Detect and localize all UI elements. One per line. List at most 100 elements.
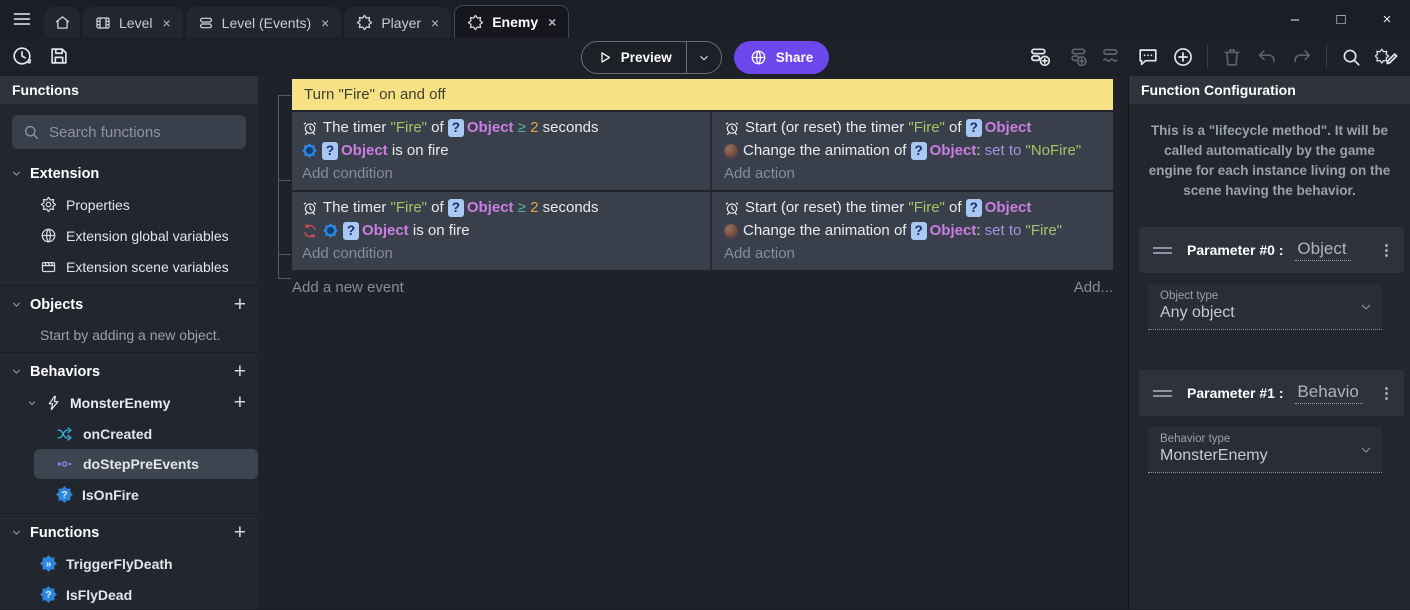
field-label: Object type [1160,290,1352,302]
parameter-label: Parameter #0 : [1187,242,1287,258]
section-extension[interactable]: Extension [0,158,258,189]
tab-bar: Level × Level (Events) × Player × Enemy … [44,0,569,38]
parameter-name-input[interactable]: Object [1295,239,1350,261]
tab-label: Level (Events) [222,15,311,31]
close-icon[interactable]: × [431,15,439,31]
kebab-menu-icon[interactable]: ⋮ [1379,241,1394,259]
trash-icon [1221,46,1243,68]
add-event-icon[interactable] [1029,45,1052,68]
sidebar-item-isflydead[interactable]: ? IsFlyDead [0,579,258,610]
history-icon[interactable] [11,45,33,67]
actions-cell[interactable]: Start (or reset) the timer "Fire" of ?Ob… [712,112,1113,190]
comment-event[interactable]: Turn "Fire" on and off [292,79,1113,110]
tab-label: Level [119,15,152,31]
event-instruction[interactable]: Change the animation of ?Object: set to … [724,139,1103,162]
add-action-link[interactable]: Add action [724,162,1103,184]
event-instruction[interactable]: ?Object is on fire [302,139,700,162]
save-icon[interactable] [48,45,70,67]
redo-icon [1291,46,1313,68]
preview-button[interactable]: Preview [581,41,722,74]
section-behaviors[interactable]: Behaviors + [0,356,258,387]
event-row[interactable]: The timer "Fire" of ?Object ≥ 2 seconds?… [292,112,1113,190]
chevron-down-icon [10,167,23,180]
home-icon [54,14,71,31]
maximize-button[interactable]: □ [1318,0,1364,38]
minimize-button[interactable]: – [1272,0,1318,38]
tab-player[interactable]: Player × [344,7,451,38]
sidebar-item-global-variables[interactable]: Extension global variables [0,220,258,251]
functions-sidebar: Functions Search functions Extension Pro… [0,76,258,609]
condition-function-icon: ? [56,486,73,503]
sidebar-item-scene-variables[interactable]: Extension scene variables [0,251,258,282]
step-icon [56,455,74,473]
section-objects[interactable]: Objects + [0,289,258,320]
chevron-down-icon [1358,442,1374,458]
event-tree-line [278,95,279,279]
event-instruction[interactable]: The timer "Fire" of ?Object ≥ 2 seconds [302,116,700,139]
parameter-label: Parameter #1 : [1187,385,1287,401]
extension-icon [356,14,373,31]
behavior-type-select[interactable]: Behavior type MonsterEnemy [1148,427,1382,473]
search-input[interactable]: Search functions [12,115,246,149]
tab-label: Player [381,15,421,31]
close-icon[interactable]: × [548,14,556,30]
divider [0,285,258,286]
add-condition-link[interactable]: Add condition [302,162,700,184]
add-behavior-button[interactable]: + [234,361,246,382]
section-label: Behaviors [30,364,100,380]
event-instruction[interactable]: Start (or reset) the timer "Fire" of ?Ob… [724,196,1103,219]
edit-extension-icon[interactable] [1375,45,1398,68]
close-icon[interactable]: × [321,15,329,31]
object-parameter-chip: ? [448,119,464,137]
add-more-icon[interactable] [1172,46,1194,68]
event-row[interactable]: The timer "Fire" of ?Object ≥ 2 seconds?… [292,192,1113,270]
kebab-menu-icon[interactable]: ⋮ [1379,384,1394,402]
sidebar-title: Functions [0,76,258,104]
panel-title: Function Configuration [1129,76,1410,104]
add-behavior-function-button[interactable]: + [234,392,246,413]
sidebar-item-isonfire[interactable]: ? IsOnFire [0,479,258,510]
sidebar-item-triggerflydeath[interactable]: » TriggerFlyDeath [0,548,258,579]
lifecycle-description: This is a "lifecycle method". It will be… [1142,121,1397,201]
share-button[interactable]: Share [734,41,830,74]
parameter-1-row[interactable]: Parameter #1 : Behavio ⋮ [1139,370,1404,416]
tab-home[interactable] [44,7,80,38]
close-button[interactable]: × [1364,0,1410,38]
menu-icon[interactable] [10,9,34,29]
drag-handle-icon[interactable] [1153,390,1172,397]
add-object-button[interactable]: + [234,294,246,315]
conditions-cell[interactable]: The timer "Fire" of ?Object ≥ 2 seconds?… [292,192,712,270]
add-condition-link[interactable]: Add condition [302,242,700,264]
actions-cell[interactable]: Start (or reset) the timer "Fire" of ?Ob… [712,192,1113,270]
tab-level-events[interactable]: Level (Events) × [186,7,342,38]
event-instruction[interactable]: Change the animation of ?Object: set to … [724,219,1103,242]
section-label: Objects [30,297,83,313]
add-action-link[interactable]: Add action [724,242,1103,264]
section-functions[interactable]: Functions + [0,517,258,548]
title-bar: Level × Level (Events) × Player × Enemy … [0,0,1410,38]
preview-dropdown-button[interactable] [687,51,721,65]
behavior-monsterenemy[interactable]: MonsterEnemy + [0,387,258,418]
event-instruction[interactable]: Start (or reset) the timer "Fire" of ?Ob… [724,116,1103,139]
chevron-down-icon [10,298,23,311]
tab-level[interactable]: Level × [83,7,183,38]
conditions-cell[interactable]: The timer "Fire" of ?Object ≥ 2 seconds?… [292,112,712,190]
event-instruction[interactable]: The timer "Fire" of ?Object ≥ 2 seconds [302,196,700,219]
field-value: Any object [1160,304,1352,322]
add-comment-icon[interactable] [1137,46,1159,68]
sidebar-item-dostepprevents[interactable]: doStepPreEvents [34,449,258,479]
search-icon[interactable] [1340,46,1362,68]
parameter-0-row[interactable]: Parameter #0 : Object ⋮ [1139,227,1404,273]
sidebar-item-properties[interactable]: Properties [0,189,258,220]
add-function-button[interactable]: + [234,522,246,543]
close-icon[interactable]: × [162,15,170,31]
tab-enemy[interactable]: Enemy × [454,5,569,38]
event-instruction[interactable]: ?Object is on fire [302,219,700,242]
add-more-link[interactable]: Add... [1074,279,1113,296]
drag-handle-icon[interactable] [1153,247,1172,254]
object-type-select[interactable]: Object type Any object [1148,284,1382,330]
timer-icon [724,120,740,136]
add-new-event-link[interactable]: Add a new event [292,279,404,296]
parameter-name-input[interactable]: Behavio [1295,382,1362,404]
sidebar-item-oncreated[interactable]: onCreated [0,418,258,449]
